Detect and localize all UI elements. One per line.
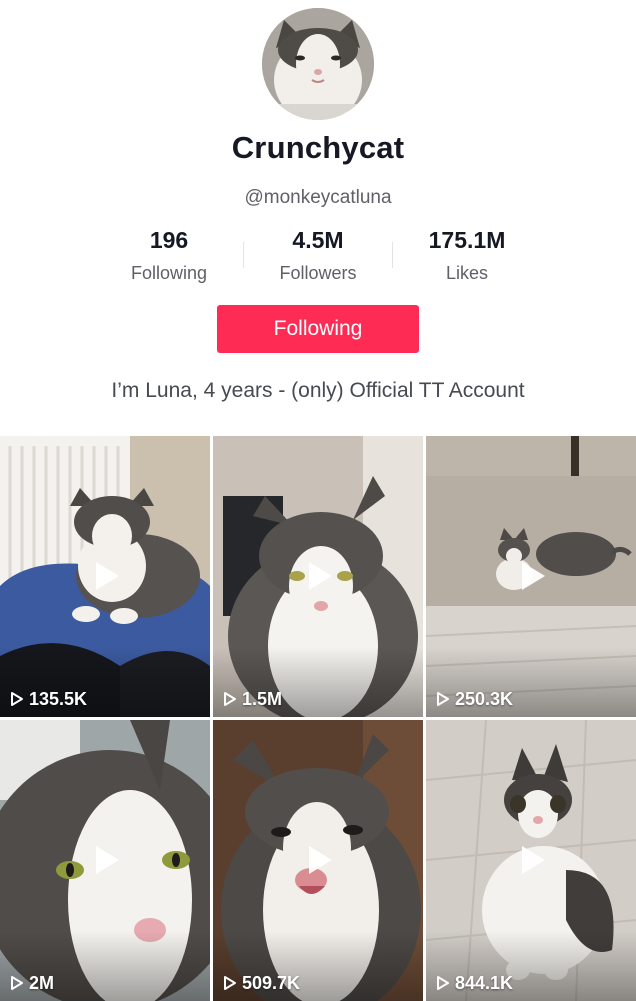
avatar[interactable] [262,8,374,120]
following-label: Following [130,263,208,283]
display-name: Crunchycat [231,130,405,165]
view-count: 135.5K [10,687,87,711]
play-outline-icon [437,976,449,990]
stat-followers[interactable]: 4.5M Followers [243,224,393,288]
profile-stats: 196 Following 4.5M Followers 175.1M Like… [94,224,542,288]
play-outline-icon [224,692,236,706]
video-tile[interactable]: 250.3K [426,436,636,717]
play-outline-icon [11,976,23,990]
following-button[interactable]: Following [217,305,419,353]
bio: I’m Luna, 4 years - (only) Official TT A… [111,379,525,402]
view-count: 250.3K [436,687,513,711]
view-count-text: 135.5K [29,688,88,709]
likes-label: Likes [445,263,489,283]
view-count-text: 509.7K [242,972,301,993]
following-count: 196 [149,227,189,253]
video-tile[interactable]: 509.7K [213,720,423,1001]
view-count-text: 250.3K [455,688,514,709]
view-count-text: 844.1K [455,972,514,993]
view-count: 1.5M [223,687,282,711]
username: @monkeycatluna [244,187,392,208]
followers-count: 4.5M [292,227,344,253]
view-count: 844.1K [436,971,513,995]
play-icon [309,562,332,590]
view-count: 509.7K [223,971,300,995]
cat-avatar-image [262,8,374,120]
view-count-text: 2M [29,972,55,993]
view-count: 2M [10,971,54,995]
stat-likes: 175.1M Likes [392,224,542,288]
video-tile[interactable]: 1.5M [213,436,423,717]
video-tile[interactable]: 135.5K [0,436,210,717]
likes-count: 175.1M [428,227,506,253]
play-icon [309,846,332,874]
video-tile[interactable]: 844.1K [426,720,636,1001]
play-outline-icon [437,692,449,706]
video-grid: 135.5K 1.5M 250.3K 2M 509.7K 844.1K [0,436,636,1001]
stat-following[interactable]: 196 Following [94,224,244,288]
view-count-text: 1.5M [242,688,283,709]
play-icon [96,846,119,874]
play-outline-icon [11,692,23,706]
play-icon [96,562,119,590]
video-tile[interactable]: 2M [0,720,210,1001]
play-icon [522,846,545,874]
play-outline-icon [224,976,236,990]
play-icon [522,562,545,590]
followers-label: Followers [279,263,357,283]
profile-page: Crunchycat @monkeycatluna 196 Following … [0,0,636,1001]
